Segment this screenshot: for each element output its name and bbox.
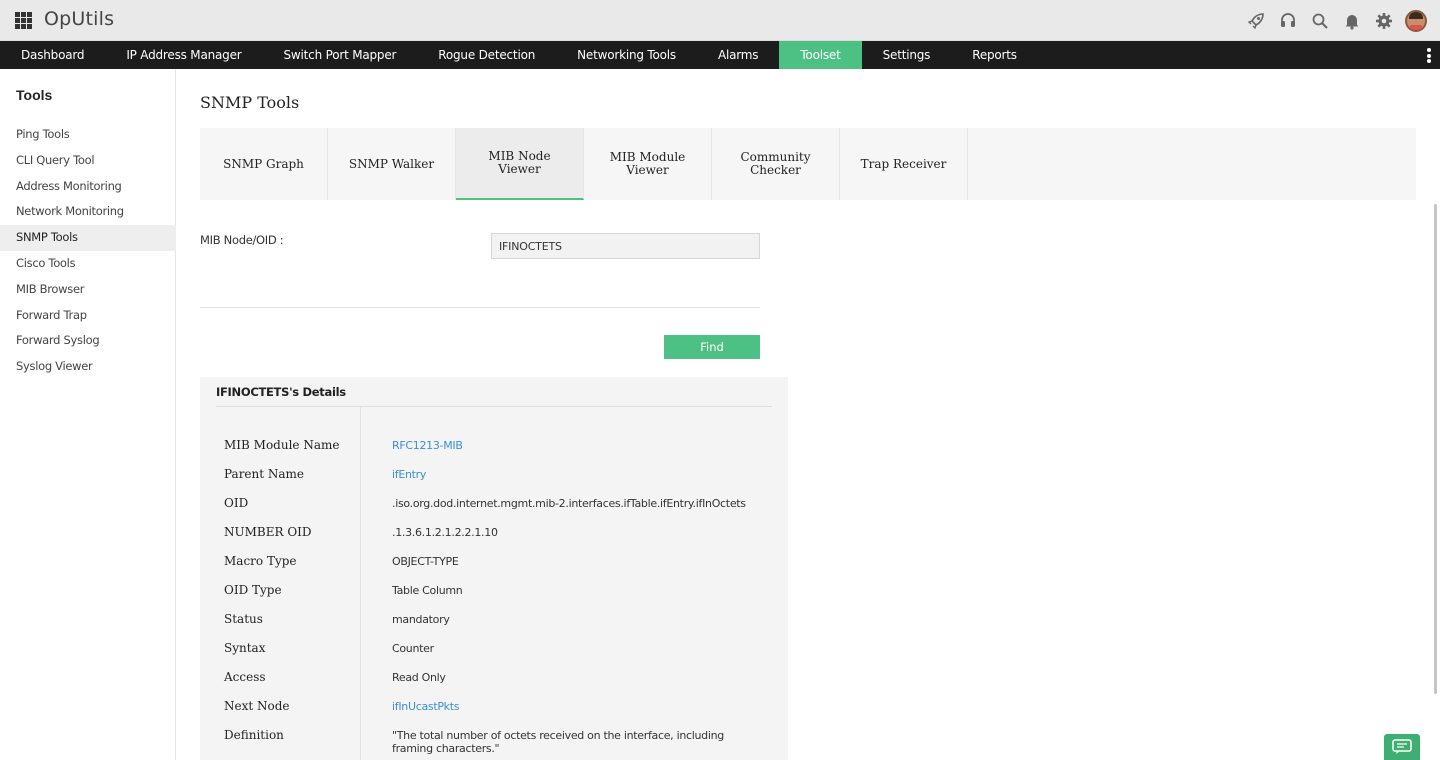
page-title: SNMP Tools — [200, 93, 300, 112]
nav-reports[interactable]: Reports — [951, 41, 1038, 69]
app-title[interactable]: OpUtils — [44, 8, 114, 30]
details-key: OID Type — [224, 583, 282, 597]
sidebar-title: Tools — [16, 87, 53, 103]
details-key: Syntax — [224, 641, 266, 655]
next-node-link[interactable]: ifInUcastPkts — [392, 700, 752, 713]
nav-switch-port-mapper[interactable]: Switch Port Mapper — [263, 41, 418, 69]
sidebar-item-cli-query-tool[interactable]: CLI Query Tool — [0, 148, 176, 174]
details-key: Access — [224, 670, 266, 684]
details-row: Access Read Only — [200, 670, 788, 699]
sidebar-item-address-monitoring[interactable]: Address Monitoring — [0, 174, 176, 200]
scrollbar[interactable] — [1432, 200, 1440, 760]
tab-trap-receiver[interactable]: Trap Receiver — [840, 128, 968, 200]
nav-ip-address-manager[interactable]: IP Address Manager — [105, 41, 262, 69]
details-key: Macro Type — [224, 554, 297, 568]
details-value: .1.3.6.1.2.1.2.2.1.10 — [392, 526, 498, 539]
sidebar-item-forward-trap[interactable]: Forward Trap — [0, 303, 176, 329]
sidebar-item-syslog-viewer[interactable]: Syslog Viewer — [0, 354, 176, 380]
nav-alarms[interactable]: Alarms — [697, 41, 779, 69]
details-row: Macro Type OBJECT-TYPE — [200, 554, 788, 583]
snmp-tabs: SNMP Graph SNMP Walker MIB Node Viewer M… — [200, 128, 1416, 200]
details-row: NUMBER OID .1.3.6.1.2.1.2.2.1.10 — [200, 525, 788, 554]
sidebar-item-ping-tools[interactable]: Ping Tools — [0, 122, 176, 148]
mib-node-label: MIB Node/OID : — [200, 233, 284, 247]
details-value: Table Column — [392, 584, 463, 597]
details-row: OID Type Table Column — [200, 583, 788, 612]
tab-snmp-graph[interactable]: SNMP Graph — [200, 128, 328, 200]
find-button[interactable]: Find — [664, 335, 760, 359]
details-key: Definition — [224, 728, 284, 742]
sidebar-item-network-monitoring[interactable]: Network Monitoring — [0, 199, 176, 225]
bell-icon[interactable] — [1336, 8, 1368, 34]
details-row: Status mandatory — [200, 612, 788, 641]
more-options-icon[interactable] — [1427, 48, 1431, 63]
sidebar-item-mib-browser[interactable]: MIB Browser — [0, 277, 176, 303]
details-row: Next Node ifInUcastPkts — [200, 699, 788, 728]
chat-button[interactable] — [1384, 734, 1420, 760]
details-panel: IFINOCTETS's Details MIB Module Name RFC… — [200, 377, 788, 760]
sidebar-item-cisco-tools[interactable]: Cisco Tools — [0, 251, 176, 277]
main-nav: Dashboard IP Address Manager Switch Port… — [0, 41, 1440, 69]
details-row: Definition "The total number of octets r… — [200, 728, 788, 760]
top-header: OpUtils — [0, 0, 1440, 41]
sidebar-list: Ping Tools CLI Query Tool Address Monito… — [0, 122, 176, 380]
details-value: Counter — [392, 642, 434, 655]
details-title: IFINOCTETS's Details — [216, 385, 346, 399]
header-icons — [1240, 8, 1432, 34]
mib-node-input[interactable] — [491, 233, 760, 259]
details-key: MIB Module Name — [224, 438, 340, 452]
details-row: Syntax Counter — [200, 641, 788, 670]
details-key: Next Node — [224, 699, 290, 713]
scrollbar-thumb[interactable] — [1434, 204, 1437, 694]
nav-dashboard[interactable]: Dashboard — [0, 41, 105, 69]
details-row: MIB Module Name RFC1213-MIB — [200, 438, 788, 467]
search-icon[interactable] — [1304, 8, 1336, 34]
headset-icon[interactable] — [1272, 8, 1304, 34]
details-key: Parent Name — [224, 467, 305, 481]
nav-toolset[interactable]: Toolset — [779, 41, 862, 69]
sidebar: Tools Ping Tools CLI Query Tool Address … — [0, 69, 176, 760]
details-divider — [216, 406, 772, 407]
sidebar-item-snmp-tools[interactable]: SNMP Tools — [0, 225, 176, 251]
details-key: NUMBER OID — [224, 525, 312, 539]
details-row: Parent Name ifEntry — [200, 467, 788, 496]
details-value: OBJECT-TYPE — [392, 555, 459, 568]
details-value: mandatory — [392, 613, 450, 626]
tab-mib-module-viewer[interactable]: MIB Module Viewer — [584, 128, 712, 200]
tab-community-checker[interactable]: Community Checker — [712, 128, 840, 200]
user-avatar[interactable] — [1400, 8, 1432, 34]
gear-icon[interactable] — [1368, 8, 1400, 34]
rocket-icon[interactable] — [1240, 8, 1272, 34]
sidebar-item-forward-syslog[interactable]: Forward Syslog — [0, 328, 176, 354]
details-key: OID — [224, 496, 249, 510]
details-value: .iso.org.dod.internet.mgmt.mib-2.interfa… — [392, 497, 746, 510]
details-value: Read Only — [392, 671, 446, 684]
mib-module-link[interactable]: RFC1213-MIB — [392, 439, 752, 452]
tab-mib-node-viewer[interactable]: MIB Node Viewer — [456, 128, 584, 200]
form-divider — [200, 307, 760, 308]
tab-snmp-walker[interactable]: SNMP Walker — [328, 128, 456, 200]
parent-name-link[interactable]: ifEntry — [392, 468, 752, 481]
nav-rogue-detection[interactable]: Rogue Detection — [417, 41, 556, 69]
details-key: Status — [224, 612, 263, 626]
details-value: "The total number of octets received on … — [392, 729, 724, 755]
nav-settings[interactable]: Settings — [862, 41, 952, 69]
app-grid-icon[interactable] — [15, 12, 32, 29]
chat-icon — [1392, 739, 1412, 754]
nav-networking-tools[interactable]: Networking Tools — [556, 41, 697, 69]
details-row: OID .iso.org.dod.internet.mgmt.mib-2.int… — [200, 496, 788, 525]
